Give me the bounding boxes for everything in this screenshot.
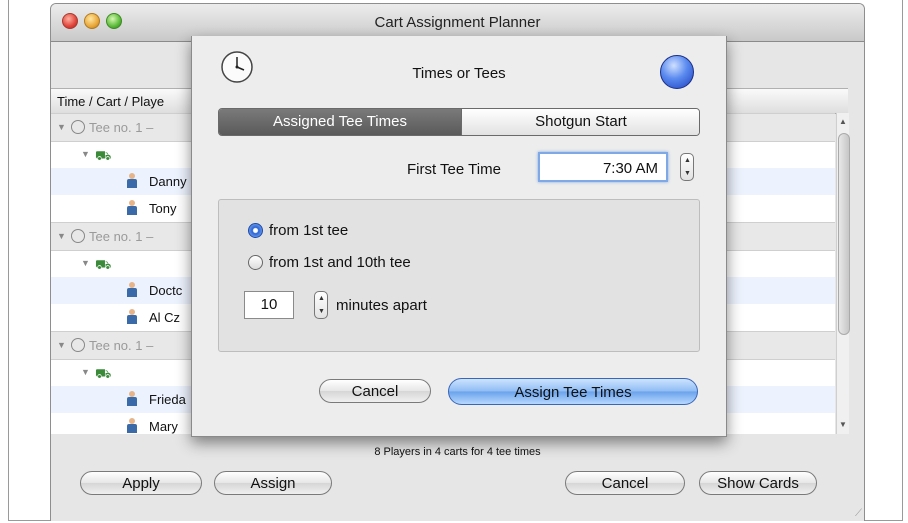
stepper-up-icon[interactable]: ▲ xyxy=(318,295,325,302)
minutes-stepper[interactable]: ▲ ▼ xyxy=(314,291,328,319)
clock-icon xyxy=(71,120,85,134)
disclosure-triangle-icon[interactable]: ▼ xyxy=(81,149,90,159)
resize-grip-icon[interactable]: ⟋ xyxy=(855,508,862,519)
player-name: Mary xyxy=(149,419,178,434)
segment-shotgun-start[interactable]: Shotgun Start xyxy=(461,109,699,135)
tee-group-label: Tee no. 1 – xyxy=(89,120,154,135)
player-name: Tony xyxy=(149,201,177,216)
minutes-apart-field[interactable]: 10 xyxy=(244,291,294,319)
player-name: Frieda xyxy=(149,392,186,407)
segment-assigned-tee-times[interactable]: Assigned Tee Times xyxy=(219,109,461,135)
player-icon xyxy=(127,282,137,297)
scroll-down-arrow-icon[interactable]: ▼ xyxy=(839,420,847,429)
player-icon xyxy=(127,173,137,188)
times-or-tees-sheet: Times or Tees Assigned Tee Times Shotgun… xyxy=(191,36,727,437)
time-stepper[interactable]: ▲ ▼ xyxy=(680,153,694,181)
stepper-down-icon[interactable]: ▼ xyxy=(684,170,691,177)
disclosure-triangle-icon[interactable]: ▼ xyxy=(81,258,90,268)
disclosure-triangle-icon[interactable]: ▼ xyxy=(57,231,66,241)
tee-group-label: Tee no. 1 – xyxy=(89,338,154,353)
minutes-apart-label: minutes apart xyxy=(336,297,427,314)
clock-icon xyxy=(71,338,85,352)
golf-cart-icon: ⛟ xyxy=(95,257,112,272)
tee-group-label: Tee no. 1 – xyxy=(89,229,154,244)
first-tee-time-field[interactable]: 7:30 AM xyxy=(538,152,668,182)
show-cards-button[interactable]: Show Cards xyxy=(699,471,817,495)
player-icon xyxy=(127,391,137,406)
blue-orb-icon xyxy=(660,55,694,89)
assign-tee-times-button[interactable]: Assign Tee Times xyxy=(448,378,698,405)
cancel-button[interactable]: Cancel xyxy=(565,471,685,495)
sheet-title: Times or Tees xyxy=(412,65,506,82)
sheet-cancel-button[interactable]: Cancel xyxy=(319,379,431,403)
apply-button[interactable]: Apply xyxy=(80,471,202,495)
radio-from-1st-and-10th-tee-label[interactable]: from 1st and 10th tee xyxy=(269,254,411,271)
disclosure-triangle-icon[interactable]: ▼ xyxy=(57,122,66,132)
golf-cart-icon: ⛟ xyxy=(95,366,112,381)
radio-from-1st-tee[interactable] xyxy=(248,223,263,238)
scroll-up-arrow-icon[interactable]: ▲ xyxy=(839,117,847,126)
player-icon xyxy=(127,309,137,324)
scrollbar-thumb[interactable] xyxy=(838,133,850,335)
player-name: Danny xyxy=(149,174,187,189)
window-title: Cart Assignment Planner xyxy=(374,14,541,31)
player-icon xyxy=(127,418,137,433)
golf-cart-icon: ⛟ xyxy=(95,148,112,163)
assign-button[interactable]: Assign xyxy=(214,471,332,495)
disclosure-triangle-icon[interactable]: ▼ xyxy=(57,340,66,350)
player-name: Doctc xyxy=(149,283,183,298)
player-name: Al Cz xyxy=(149,310,181,325)
stepper-up-icon[interactable]: ▲ xyxy=(684,157,691,164)
stepper-down-icon[interactable]: ▼ xyxy=(318,308,325,315)
column-header-label: Time / Cart / Playe xyxy=(57,94,165,109)
clock-icon xyxy=(71,229,85,243)
first-tee-time-label: First Tee Time xyxy=(407,161,501,178)
status-text: 8 Players in 4 carts for 4 tee times xyxy=(374,446,541,458)
tee-mode-segmented-control: Assigned Tee Times Shotgun Start xyxy=(218,108,700,136)
player-icon xyxy=(127,200,137,215)
disclosure-triangle-icon[interactable]: ▼ xyxy=(81,367,90,377)
radio-from-1st-and-10th-tee[interactable] xyxy=(248,255,263,270)
vertical-scrollbar[interactable]: ▲ ▼ xyxy=(836,113,850,434)
radio-from-1st-tee-label[interactable]: from 1st tee xyxy=(269,222,348,239)
